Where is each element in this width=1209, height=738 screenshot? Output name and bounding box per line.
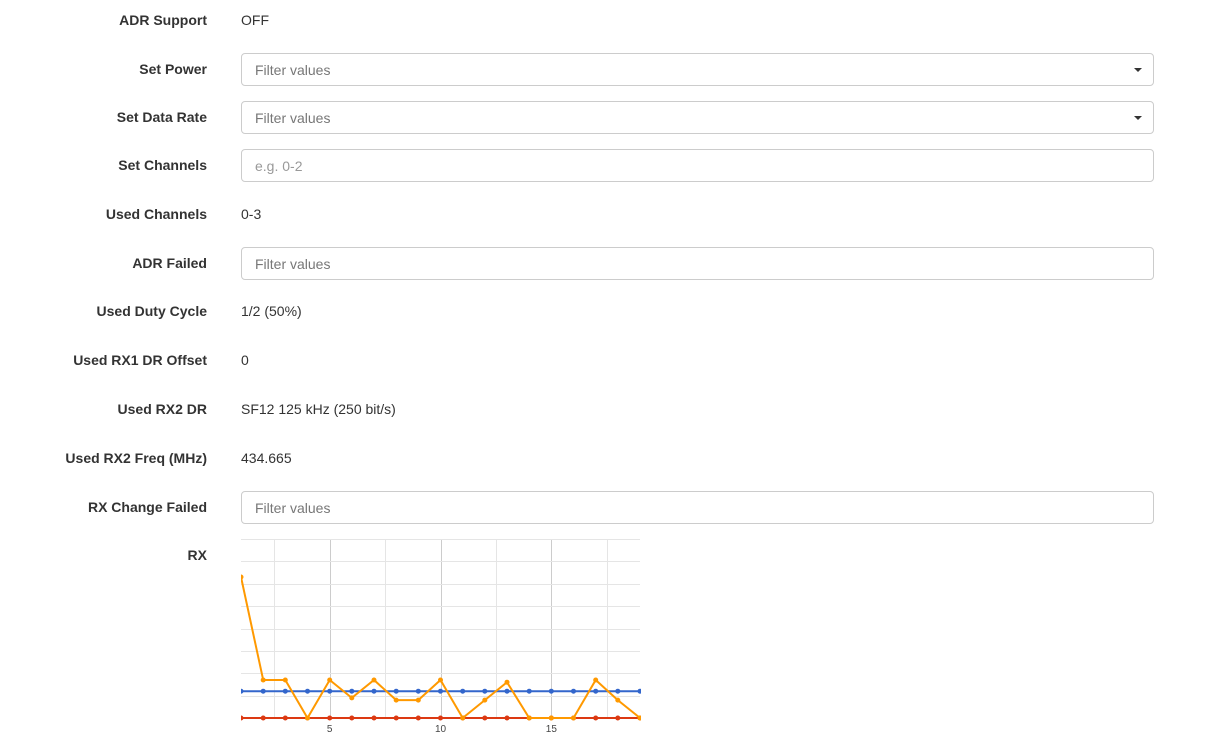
chart-x-tick-label: 5: [327, 724, 333, 735]
chart-point: [637, 688, 641, 694]
set-data-rate-row: Set Data Rate Filter values: [0, 101, 1209, 134]
used-duty-cycle-label: Used Duty Cycle: [96, 303, 207, 319]
rx-change-failed-row: RX Change Failed Filter values: [0, 491, 1209, 524]
set-channels-input[interactable]: e.g. 0-2: [241, 149, 1154, 182]
used-channels-value: 0-3: [241, 206, 262, 222]
adr-failed-placeholder: Filter values: [255, 256, 331, 272]
chart-x-ticks: 5 10 15: [327, 724, 557, 735]
used-rx2-dr-label: Used RX2 DR: [117, 401, 207, 417]
set-channels-row: Set Channels e.g. 0-2: [0, 149, 1209, 182]
chart-point: [415, 697, 421, 703]
chart-point: [593, 688, 599, 694]
rx-change-failed-label: RX Change Failed: [87, 499, 207, 515]
chart-point: [438, 715, 443, 721]
chevron-down-icon[interactable]: [1134, 116, 1142, 120]
chart-point: [260, 715, 266, 721]
set-power-select[interactable]: Filter values: [241, 53, 1154, 86]
chart-point: [371, 688, 377, 694]
set-data-rate-placeholder: Filter values: [255, 110, 331, 126]
used-duty-cycle-value: 1/2 (50%): [241, 303, 302, 319]
chart-point: [371, 715, 377, 721]
used-duty-cycle-row: Used Duty Cycle 1/2 (50%): [0, 303, 1209, 323]
chart-point: [260, 677, 266, 683]
adr-failed-label: ADR Failed: [132, 255, 207, 271]
chart-point: [460, 688, 466, 694]
chart-point: [548, 688, 554, 694]
chart-point: [504, 688, 510, 694]
chart-point: [260, 688, 266, 694]
rx-change-failed-select[interactable]: Filter values: [241, 491, 1154, 524]
chart-point: [393, 715, 399, 721]
set-data-rate-label: Set Data Rate: [116, 109, 207, 125]
chart-point: [327, 688, 333, 694]
chart-point: [482, 688, 488, 694]
chart-point: [371, 677, 377, 683]
used-rx2-dr-row: Used RX2 DR SF12 125 kHz (250 bit/s): [0, 401, 1209, 421]
adr-support-label: ADR Support: [119, 12, 207, 28]
set-power-row: Set Power Filter values: [0, 53, 1209, 86]
set-power-placeholder: Filter values: [255, 62, 331, 78]
chart-point: [615, 715, 621, 721]
set-channels-placeholder: e.g. 0-2: [255, 158, 303, 174]
chart-point: [571, 715, 576, 721]
chart-point: [460, 715, 466, 721]
set-power-label: Set Power: [139, 61, 207, 77]
chart-x-tick-label: 10: [435, 724, 447, 735]
chart-point: [327, 677, 333, 683]
adr-support-value: OFF: [241, 12, 269, 28]
chart-point: [241, 715, 244, 721]
used-rx1-dr-offset-label: Used RX1 DR Offset: [73, 352, 207, 368]
chart-point: [305, 688, 310, 694]
chart-point: [393, 697, 399, 703]
chart-point: [241, 688, 244, 694]
used-rx2-freq-value: 434.665: [241, 450, 292, 466]
chart-point: [593, 715, 599, 721]
chart-x-tick-label: 15: [546, 724, 558, 735]
chart-point: [349, 695, 355, 701]
chart-point: [282, 715, 288, 721]
chart-point: [327, 715, 333, 721]
chart-point: [415, 688, 421, 694]
chart-point: [282, 677, 288, 683]
used-rx2-dr-value: SF12 125 kHz (250 bit/s): [241, 401, 396, 417]
set-data-rate-select[interactable]: Filter values: [241, 101, 1154, 134]
used-channels-label: Used Channels: [105, 206, 207, 222]
used-rx2-freq-row: Used RX2 Freq (MHz) 434.665: [0, 450, 1209, 470]
adr-failed-row: ADR Failed Filter values: [0, 247, 1209, 280]
used-rx1-dr-offset-row: Used RX1 DR Offset 0: [0, 352, 1209, 372]
chart-point: [548, 715, 554, 721]
chart-point: [615, 697, 621, 703]
chart-point: [438, 677, 443, 683]
chart-point: [241, 574, 244, 580]
set-channels-label: Set Channels: [118, 157, 207, 173]
chart-point: [504, 715, 510, 721]
rx-chart: 5 10 15: [241, 539, 641, 735]
chart-point: [571, 688, 576, 694]
chart-point: [415, 715, 421, 721]
adr-failed-select[interactable]: Filter values: [241, 247, 1154, 280]
rx-change-failed-placeholder: Filter values: [255, 500, 331, 516]
used-rx1-dr-offset-value: 0: [241, 352, 249, 368]
used-rx2-freq-label: Used RX2 Freq (MHz): [65, 450, 207, 466]
chart-point: [482, 697, 488, 703]
chart-point: [526, 688, 532, 694]
chart-point: [504, 679, 510, 685]
chart-point: [349, 688, 355, 694]
chart-point: [393, 688, 399, 694]
chart-point: [482, 715, 488, 721]
chart-point: [282, 688, 288, 694]
used-channels-row: Used Channels 0-3: [0, 206, 1209, 226]
chart-point: [305, 715, 310, 721]
chart-point: [593, 677, 599, 683]
chart-point: [526, 715, 532, 721]
adr-support-row: ADR Support OFF: [0, 12, 1209, 32]
chart-point: [349, 715, 355, 721]
rx-label: RX: [187, 547, 207, 563]
chart-point: [615, 688, 621, 694]
chevron-down-icon[interactable]: [1134, 68, 1142, 72]
chart-point: [438, 688, 443, 694]
